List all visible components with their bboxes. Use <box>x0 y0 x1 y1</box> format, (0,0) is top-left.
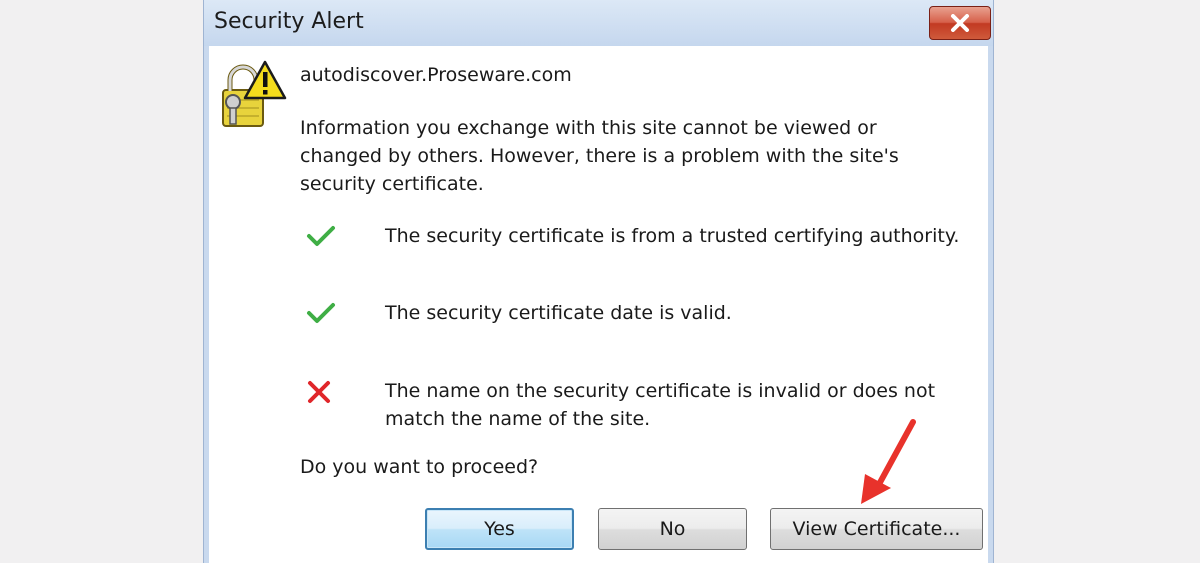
red-arrow-annotation <box>861 419 916 504</box>
close-icon <box>951 14 969 32</box>
check-text: The security certificate date is valid. <box>385 302 732 324</box>
no-button[interactable]: No <box>598 508 747 550</box>
close-button[interactable] <box>929 6 991 40</box>
checkmark-icon <box>307 226 335 246</box>
view-certificate-button[interactable]: View Certificate... <box>770 508 983 550</box>
yes-button[interactable]: Yes <box>425 508 574 550</box>
x-icon <box>308 381 330 403</box>
dialog-content: autodiscover.Proseware.com Information y… <box>209 46 988 563</box>
check-text: The security certificate is from a trust… <box>385 225 960 247</box>
checkmark-icon <box>307 303 335 323</box>
proceed-question: Do you want to proceed? <box>300 456 539 478</box>
dialog-title: Security Alert <box>214 9 364 34</box>
security-alert-dialog: Security Alert autodiscover.Proseware.co… <box>203 0 994 563</box>
title-bar[interactable]: Security Alert <box>204 0 993 46</box>
security-warning-lock-icon <box>222 60 287 127</box>
site-hostname: autodiscover.Proseware.com <box>300 64 572 86</box>
info-message: Information you exchange with this site … <box>300 117 899 195</box>
